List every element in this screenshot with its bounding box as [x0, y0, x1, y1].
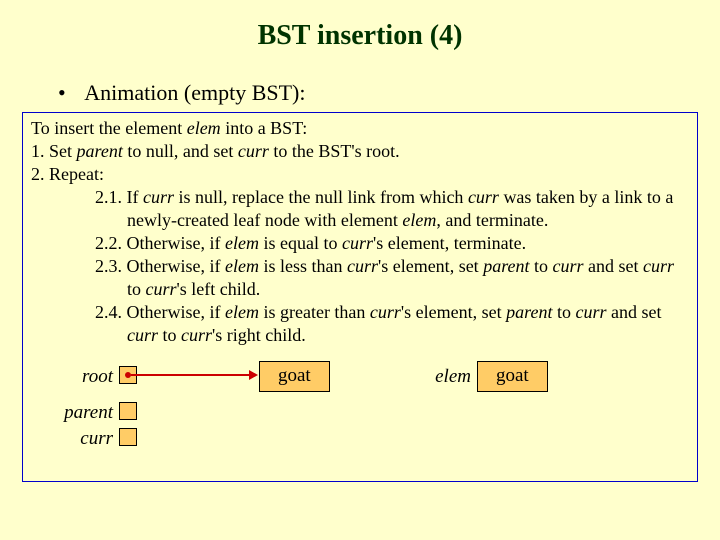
parent-pointer-box: [119, 402, 137, 420]
algo-step-1: 1. Set parent to null, and set curr to t…: [31, 140, 689, 163]
elem-value-box: goat: [477, 361, 548, 391]
algo-step-2-4: 2.4. Otherwise, if elem is greater than …: [63, 301, 689, 347]
root-label: root: [31, 365, 113, 389]
parent-label: parent: [31, 401, 113, 425]
bullet-line: • Animation (empty BST):: [58, 80, 710, 106]
bullet-text: Animation (empty BST):: [84, 80, 305, 105]
arrow-head-icon: [249, 370, 258, 380]
elem-label: elem: [417, 365, 471, 389]
slide-title: BST insertion (4): [10, 20, 710, 52]
algorithm-box: To insert the element elem into a BST: 1…: [22, 112, 698, 482]
algo-intro: To insert the element elem into a BST:: [31, 117, 689, 140]
algo-step-2-2: 2.2. Otherwise, if elem is equal to curr…: [63, 232, 689, 255]
diagram: root goat elem goat parent curr: [31, 361, 689, 471]
slide: BST insertion (4) • Animation (empty BST…: [0, 0, 720, 492]
arrow-line-icon: [131, 374, 249, 376]
curr-pointer-box: [119, 428, 137, 446]
algo-step-2-3: 2.3. Otherwise, if elem is less than cur…: [63, 255, 689, 301]
algo-step-2: 2. Repeat:: [31, 163, 689, 186]
tree-node: goat: [259, 361, 330, 391]
curr-label: curr: [31, 427, 113, 451]
algo-step-2-1: 2.1. If curr is null, replace the null l…: [63, 186, 689, 232]
bullet-icon: •: [58, 80, 80, 106]
